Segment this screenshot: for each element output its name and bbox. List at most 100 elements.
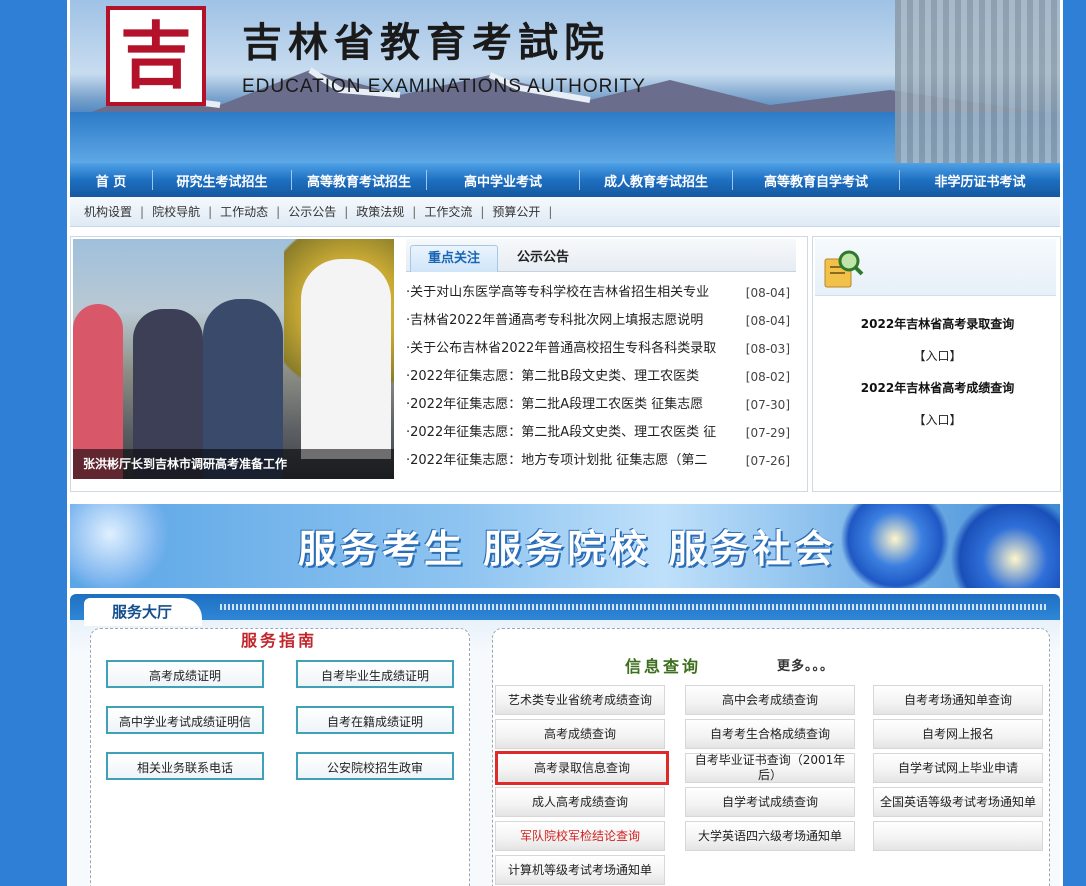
query-box-header bbox=[815, 239, 1056, 296]
query-button[interactable]: 计算机等级考试考场通知单 bbox=[495, 855, 665, 885]
subnav-work-updates[interactable]: 工作动态 bbox=[220, 203, 268, 220]
service-guide-title: 服务指南 bbox=[241, 631, 318, 650]
site-title: 吉林省教育考試院 bbox=[242, 19, 610, 66]
building-illustration bbox=[895, 0, 1060, 163]
guide-button[interactable]: 自考毕业生成绩证明 bbox=[296, 660, 454, 688]
nav-adult-education-exam[interactable]: 成人教育考试招生 bbox=[580, 171, 732, 190]
query-button[interactable]: 自考网上报名 bbox=[873, 719, 1043, 749]
news-title[interactable]: ·吉林省2022年普通高考专科批次网上填报志愿说明 bbox=[406, 307, 744, 335]
subnav-separator: | bbox=[208, 204, 213, 219]
subnav-separator: | bbox=[480, 204, 485, 219]
admission-query-entry-link[interactable]: 【入口】 bbox=[813, 347, 1062, 364]
site-title-english: EDUCATION EXAMINATIONS AUTHORITY bbox=[242, 76, 646, 97]
news-title[interactable]: ·2022年征集志愿：第二批A段文史类、理工农医类 征 bbox=[406, 419, 744, 447]
news-date: [08-03] bbox=[745, 342, 790, 356]
news-date: [07-26] bbox=[745, 454, 790, 468]
nav-graduate-exam[interactable]: 研究生考试招生 bbox=[153, 171, 291, 190]
query-button[interactable]: 自考考场通知单查询 bbox=[873, 685, 1043, 715]
guide-button[interactable]: 高考成绩证明 bbox=[106, 660, 264, 688]
subnav-separator: | bbox=[276, 204, 281, 219]
header-banner: 吉 吉林省教育考試院 EDUCATION EXAMINATIONS AUTHOR… bbox=[70, 0, 1060, 163]
service-hall-title: 服务大厅 bbox=[84, 598, 202, 626]
info-query-title: 信息查询 bbox=[625, 657, 702, 676]
score-query-box: 2022年吉林省高考录取查询 【入口】 2022年吉林省高考成绩查询 【入口】 bbox=[812, 236, 1061, 492]
news-title[interactable]: ·关于对山东医学高等专科学校在吉林省招生相关专业 bbox=[406, 279, 744, 307]
magnifier-document-icon bbox=[824, 250, 864, 288]
news-tabs: 重点关注 公示公告 bbox=[406, 239, 796, 272]
guide-button[interactable]: 相关业务联系电话 bbox=[106, 752, 264, 780]
nav-higher-education-exam[interactable]: 高等教育考试招生 bbox=[292, 171, 426, 190]
more-link[interactable]: 更多。。。 bbox=[777, 655, 834, 674]
info-query-panel: 信息查询 更多。。。 艺术类专业省统考成绩查询 高中会考成绩查询 自考考场通知单… bbox=[492, 628, 1050, 886]
score-query-title: 2022年吉林省高考成绩查询 bbox=[860, 381, 1015, 395]
news-section: 张洪彬厅长到吉林市调研高考准备工作 重点关注 公示公告 ·关于对山东医学高等专科… bbox=[70, 236, 808, 492]
score-query-entry-link[interactable]: 【入口】 bbox=[813, 411, 1062, 428]
photo-caption[interactable]: 张洪彬厅长到吉林市调研高考准备工作 bbox=[73, 449, 394, 479]
header-stripes bbox=[220, 604, 1048, 610]
news-item[interactable]: ·2022年征集志愿：第二批A段理工农医类 征集志愿 [07-30] bbox=[406, 391, 790, 419]
news-title[interactable]: ·2022年征集志愿：第二批B段文史类、理工农医类 bbox=[406, 363, 744, 391]
tab-key-focus[interactable]: 重点关注 bbox=[410, 245, 498, 272]
query-button[interactable]: 大学英语四六级考场通知单 bbox=[685, 821, 855, 851]
news-item[interactable]: ·吉林省2022年普通高考专科批次网上填报志愿说明 [08-04] bbox=[406, 307, 790, 335]
subnav-separator: | bbox=[140, 204, 145, 219]
query-button[interactable]: 自学考试成绩查询 bbox=[685, 787, 855, 817]
query-button[interactable]: 艺术类专业省统考成绩查询 bbox=[495, 685, 665, 715]
sub-nav: 机构设置 | 院校导航 | 工作动态 | 公示公告 | 政策法规 | 工作交流 … bbox=[70, 197, 1060, 227]
logo[interactable]: 吉 bbox=[106, 6, 206, 106]
flower-decoration bbox=[950, 504, 1060, 588]
subnav-work-exchange[interactable]: 工作交流 bbox=[424, 203, 472, 220]
subnav-school-navigation[interactable]: 院校导航 bbox=[152, 203, 200, 220]
news-title[interactable]: ·2022年征集志愿：地方专项计划批 征集志愿（第二 bbox=[406, 447, 744, 475]
main-nav: 首 页 研究生考试招生 高等教育考试招生 高中学业考试 成人教育考试招生 高等教… bbox=[70, 163, 1060, 197]
tab-announcements[interactable]: 公示公告 bbox=[502, 245, 584, 271]
news-date: [08-02] bbox=[745, 370, 790, 384]
query-button[interactable]: 高中会考成绩查询 bbox=[685, 685, 855, 715]
nav-home[interactable]: 首 页 bbox=[70, 171, 152, 190]
nav-self-study-exam[interactable]: 高等教育自学考试 bbox=[733, 171, 899, 190]
news-item[interactable]: ·2022年征集志愿：第二批B段文史类、理工农医类 [08-02] bbox=[406, 363, 790, 391]
query-button[interactable]: 全国英语等级考试考场通知单 bbox=[873, 787, 1043, 817]
news-date: [08-04] bbox=[745, 286, 790, 300]
empty-query-button bbox=[873, 821, 1043, 851]
query-button[interactable]: 成人高考成绩查询 bbox=[495, 787, 665, 817]
guide-button[interactable]: 公安院校招生政审 bbox=[296, 752, 454, 780]
service-guide-panel: 服务指南 高考成绩证明 自考毕业生成绩证明 高中学业考试成绩证明信 自考在籍成绩… bbox=[90, 628, 470, 886]
slogan-text: 服务考生 服务院校 服务社会 bbox=[298, 527, 837, 571]
news-item[interactable]: ·关于对山东医学高等专科学校在吉林省招生相关专业 [08-04] bbox=[406, 279, 790, 307]
news-item[interactable]: ·2022年征集志愿：地方专项计划批 征集志愿（第二 [07-26] bbox=[406, 447, 790, 475]
news-date: [08-04] bbox=[745, 314, 790, 328]
query-button[interactable]: 自考考生合格成绩查询 bbox=[685, 719, 855, 749]
photo-person bbox=[301, 259, 391, 459]
guide-button[interactable]: 自考在籍成绩证明 bbox=[296, 706, 454, 734]
news-date: [07-30] bbox=[745, 398, 790, 412]
flower-decoration bbox=[70, 504, 170, 588]
subnav-separator: | bbox=[548, 204, 553, 219]
query-button[interactable]: 高考成绩查询 bbox=[495, 719, 665, 749]
flower-decoration bbox=[840, 504, 950, 588]
guide-button[interactable]: 高中学业考试成绩证明信 bbox=[106, 706, 264, 734]
news-item[interactable]: ·2022年征集志愿：第二批A段文史类、理工农医类 征 [07-29] bbox=[406, 419, 790, 447]
nav-high-school-exam[interactable]: 高中学业考试 bbox=[427, 171, 579, 190]
page: 吉 吉林省教育考試院 EDUCATION EXAMINATIONS AUTHOR… bbox=[67, 0, 1063, 886]
nav-certificate-exam[interactable]: 非学历证书考试 bbox=[900, 171, 1060, 190]
subnav-separator: | bbox=[412, 204, 417, 219]
news-item[interactable]: ·关于公布吉林省2022年普通高校招生专科各科类录取 [08-03] bbox=[406, 335, 790, 363]
admission-query-title: 2022年吉林省高考录取查询 bbox=[860, 317, 1015, 331]
subnav-policies[interactable]: 政策法规 bbox=[356, 203, 404, 220]
query-button[interactable]: 自学考试网上毕业申请 bbox=[873, 753, 1043, 783]
admission-info-query-button[interactable]: 高考录取信息查询 bbox=[495, 751, 669, 785]
subnav-separator: | bbox=[344, 204, 349, 219]
slogan-banner: 服务考生 服务院校 服务社会 bbox=[70, 504, 1060, 588]
subnav-budget[interactable]: 预算公开 bbox=[492, 203, 540, 220]
news-title[interactable]: ·2022年征集志愿：第二批A段理工农医类 征集志愿 bbox=[406, 391, 744, 419]
military-check-query-button[interactable]: 军队院校军检结论查询 bbox=[495, 821, 665, 851]
subnav-organization[interactable]: 机构设置 bbox=[84, 203, 132, 220]
news-list: ·关于对山东医学高等专科学校在吉林省招生相关专业 [08-04] ·吉林省2022… bbox=[406, 279, 790, 475]
subnav-announcements[interactable]: 公示公告 bbox=[288, 203, 336, 220]
service-hall: 服务大厅 服务指南 高考成绩证明 自考毕业生成绩证明 高中学业考试成绩证明信 自… bbox=[70, 594, 1060, 886]
query-button[interactable]: 自考毕业证书查询（2001年后） bbox=[685, 753, 855, 783]
news-date: [07-29] bbox=[745, 426, 790, 440]
news-photo[interactable]: 张洪彬厅长到吉林市调研高考准备工作 bbox=[73, 239, 394, 479]
news-title[interactable]: ·关于公布吉林省2022年普通高校招生专科各科类录取 bbox=[406, 335, 744, 363]
